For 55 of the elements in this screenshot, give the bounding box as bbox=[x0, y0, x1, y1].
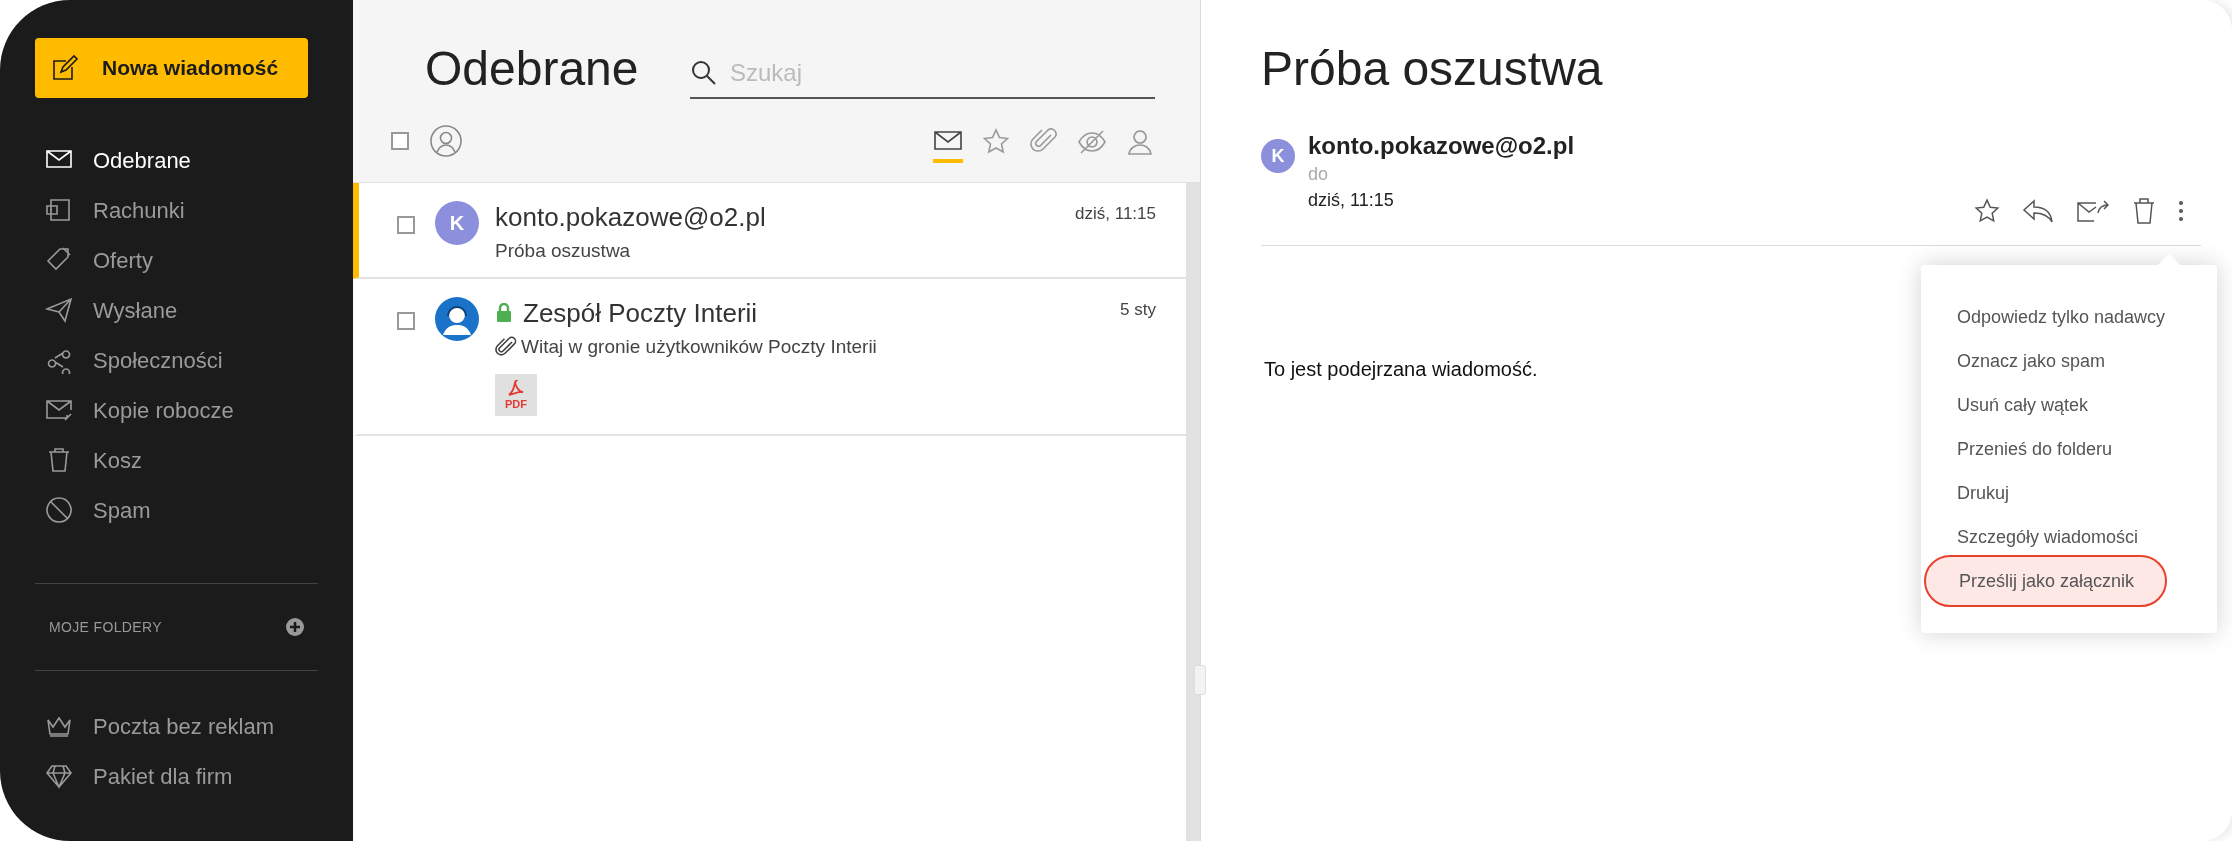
sender-name: konto.pokazowe@o2.pl bbox=[495, 201, 766, 233]
nav-item[interactable]: Pakiet dla firm bbox=[35, 751, 318, 801]
more-icon[interactable] bbox=[2178, 200, 2184, 222]
menu-item[interactable]: Drukuj bbox=[1921, 471, 2217, 515]
message-subject: Próba oszustwa bbox=[495, 239, 631, 263]
checkbox[interactable] bbox=[397, 312, 415, 330]
paper-plane-icon bbox=[45, 296, 73, 324]
blocked-icon bbox=[45, 496, 73, 524]
nav-item[interactable]: Poczta bez reklam bbox=[35, 701, 318, 751]
folder-title: Odebrane bbox=[425, 45, 640, 98]
message-date: dziś, 11:15 bbox=[1075, 203, 1156, 225]
paperclip-icon bbox=[1029, 126, 1059, 155]
nav-item[interactable]: Spam bbox=[35, 485, 318, 535]
nav-item[interactable]: Rachunki bbox=[35, 185, 318, 235]
recipient-label: do bbox=[1308, 163, 1330, 186]
nav-item[interactable]: Kopie robocze bbox=[35, 385, 318, 435]
nav-item[interactable]: Społeczności bbox=[35, 335, 318, 385]
sender-avatar: K bbox=[435, 201, 479, 245]
diamond-icon bbox=[45, 762, 73, 790]
sender-avatar: K bbox=[1261, 139, 1295, 173]
nav-item[interactable]: Wysłane bbox=[35, 285, 318, 335]
message-body: To jest podejrzana wiadomość. bbox=[1264, 357, 1538, 382]
message-date: dziś, 11:15 bbox=[1308, 189, 1395, 212]
star-icon[interactable] bbox=[1974, 198, 2000, 224]
message-subject: Witaj w gronie użytkowników Poczty Interii bbox=[521, 335, 877, 359]
sender-name: Zespół Poczty Interii bbox=[523, 297, 758, 329]
trash-icon[interactable] bbox=[2132, 197, 2156, 225]
nav-item[interactable]: Odebrane bbox=[35, 135, 318, 185]
menu-item[interactable]: Prześlij jako załącznik bbox=[1924, 555, 2167, 607]
checkbox[interactable] bbox=[391, 131, 409, 150]
menu-item[interactable]: Usuń cały wątek bbox=[1921, 383, 2217, 427]
message-date: 5 sty bbox=[1120, 299, 1156, 321]
compose-button[interactable]: Nowa wiadomość bbox=[35, 38, 308, 98]
nav-item[interactable]: Kosz bbox=[35, 435, 318, 485]
section-heading: MOJE FOLDERY bbox=[49, 617, 162, 637]
support-avatar-icon bbox=[435, 297, 479, 341]
add-folder-icon[interactable] bbox=[286, 618, 304, 636]
wallet-icon bbox=[45, 196, 73, 224]
contact-icon[interactable] bbox=[430, 124, 462, 157]
file-type-label: PDF bbox=[505, 399, 527, 410]
search-field[interactable]: Szukaj bbox=[690, 55, 1155, 100]
edit-icon bbox=[50, 53, 80, 83]
sender-address: konto.pokazowe@o2.pl bbox=[1308, 131, 1575, 161]
pdf-icon bbox=[506, 379, 526, 399]
menu-item[interactable]: Przenieś do folderu bbox=[1921, 427, 2217, 471]
menu-item[interactable]: Odpowiedz tylko nadawcy bbox=[1921, 295, 2217, 339]
forward-mail-icon[interactable] bbox=[2076, 199, 2110, 223]
star-icon bbox=[981, 126, 1011, 155]
nav-item[interactable]: Oferty bbox=[35, 235, 318, 285]
checkbox[interactable] bbox=[397, 216, 415, 234]
resize-handle[interactable] bbox=[1194, 665, 1206, 695]
reply-icon[interactable] bbox=[2022, 198, 2054, 224]
message-title: Próba oszustwa bbox=[1261, 41, 1604, 93]
menu-item[interactable]: Oznacz jako spam bbox=[1921, 339, 2217, 383]
scrollbar[interactable] bbox=[1186, 183, 1200, 841]
